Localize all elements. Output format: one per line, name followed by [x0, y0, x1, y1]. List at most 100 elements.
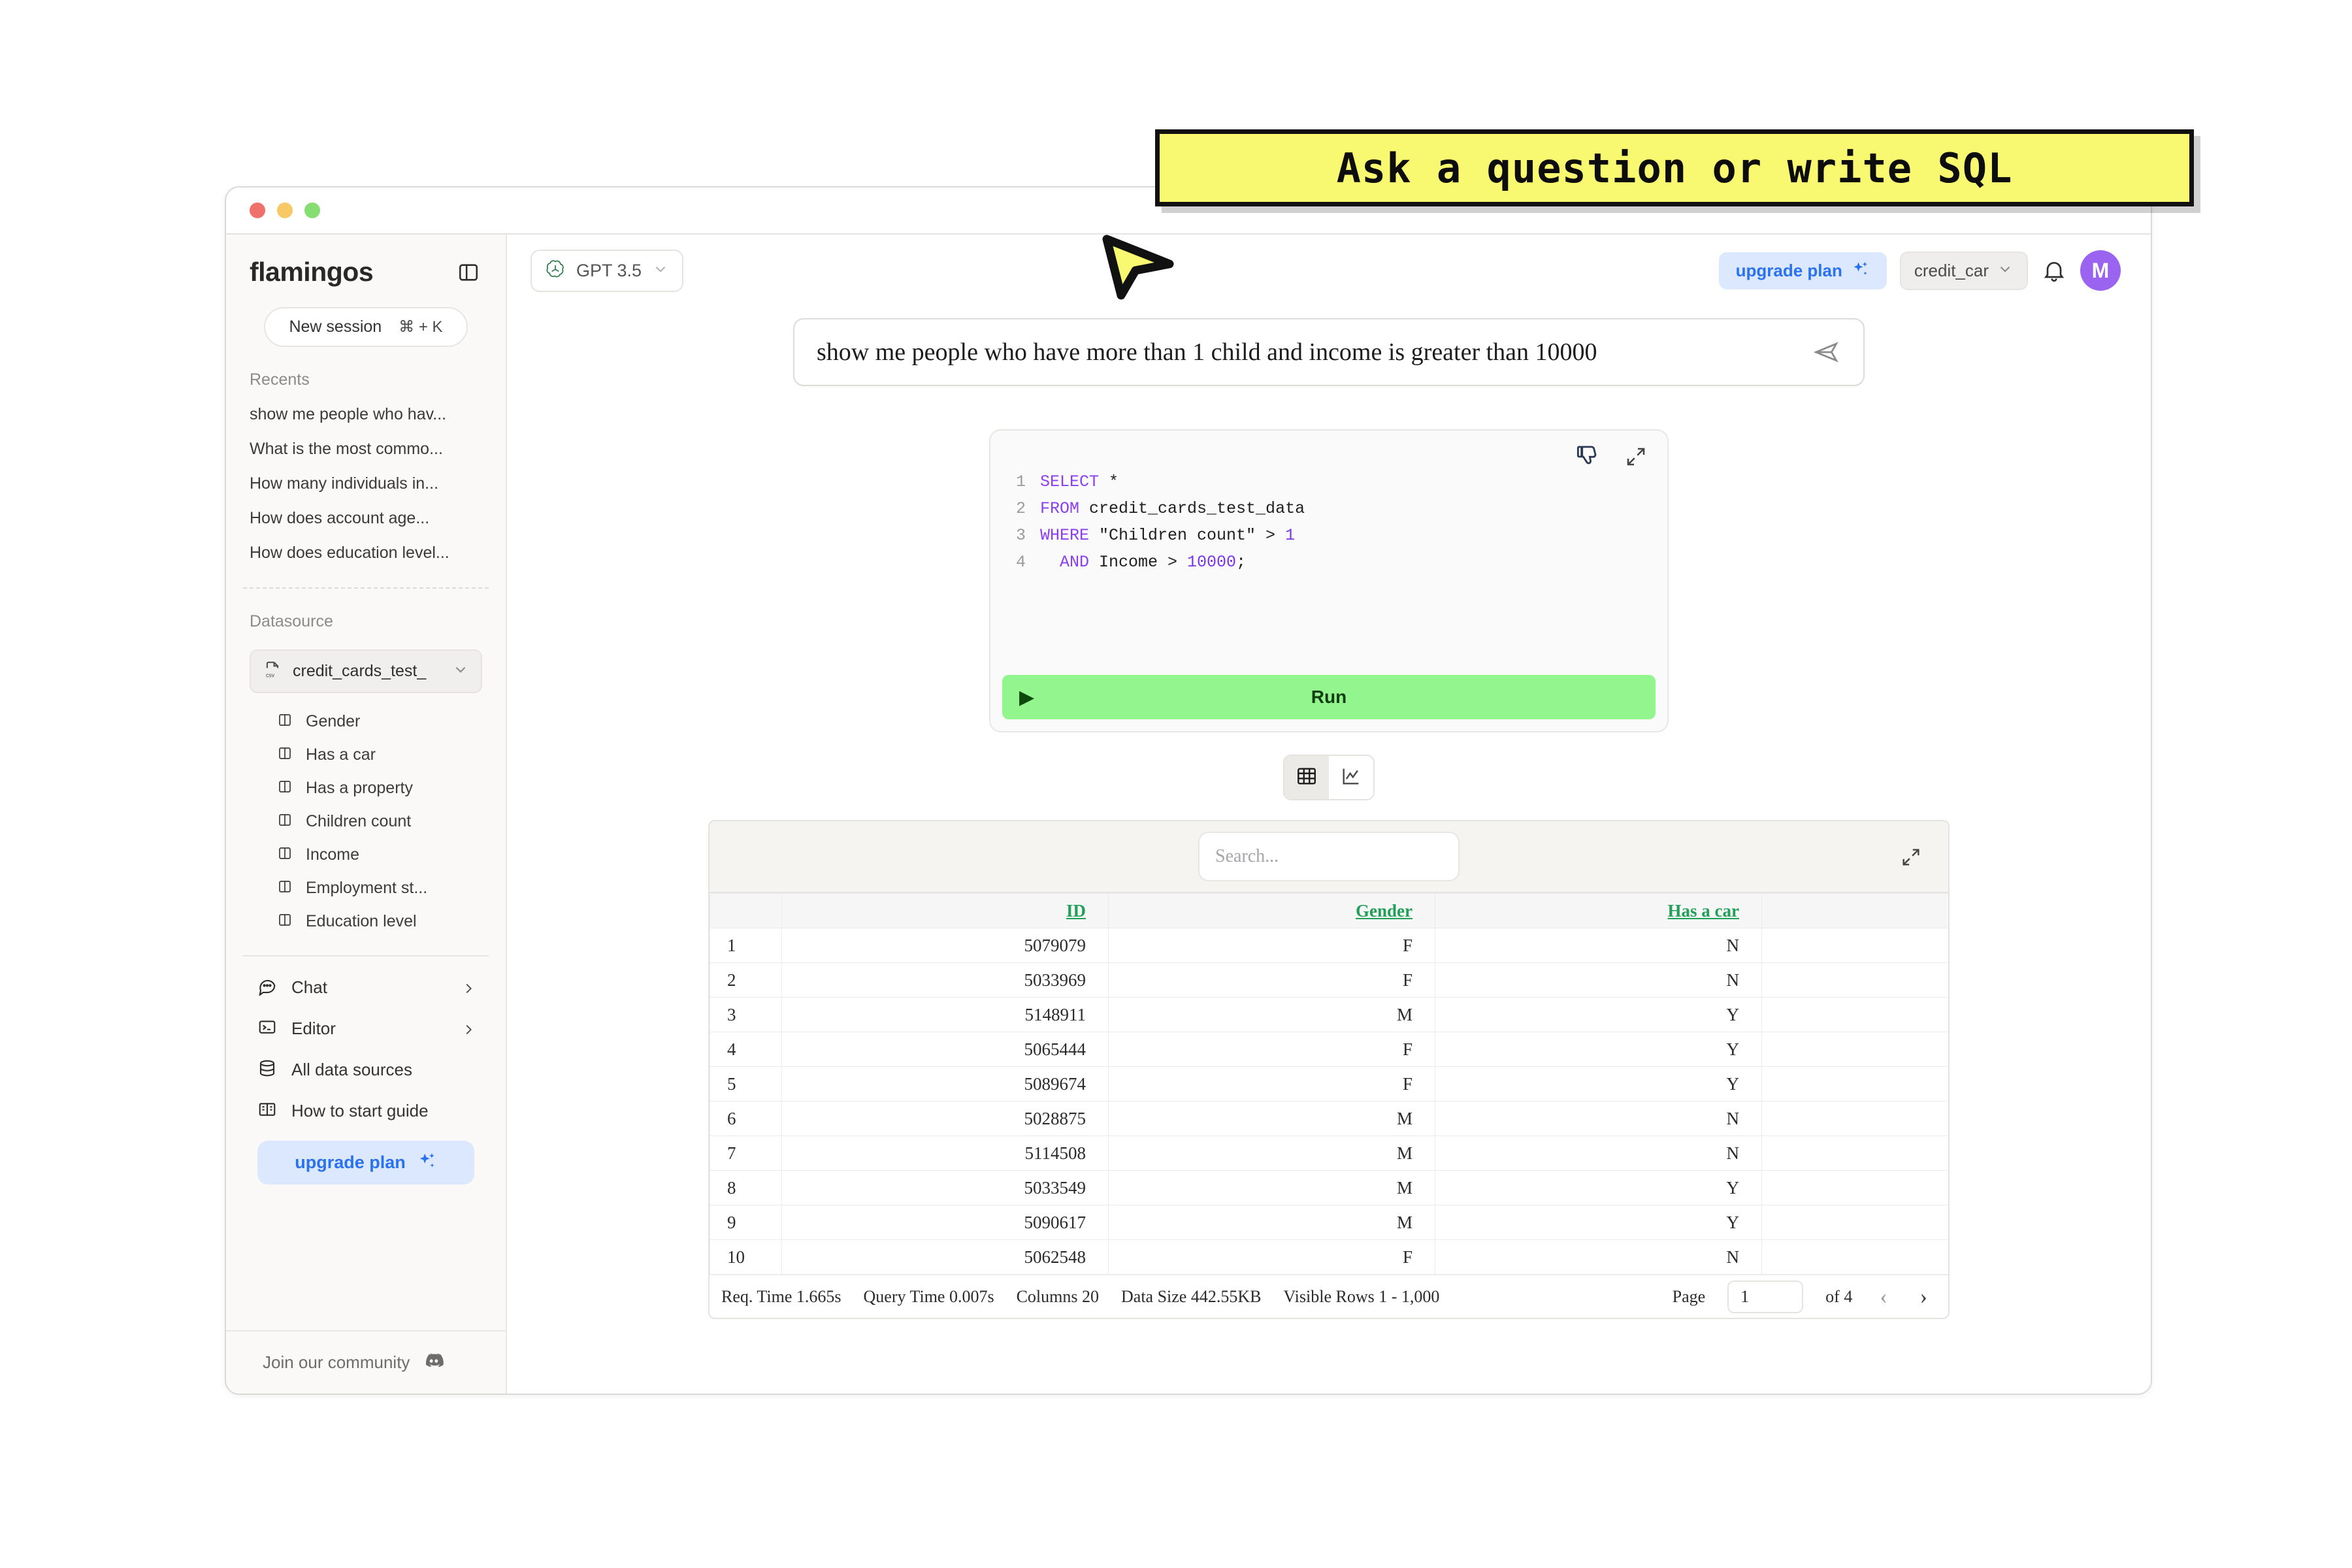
column-item[interactable]: Income	[277, 838, 506, 872]
topbar-datasource-selector[interactable]: credit_car	[1900, 252, 2028, 290]
upgrade-plan-button[interactable]: upgrade plan	[1719, 252, 1887, 289]
sidebar-header: flamingos	[226, 235, 506, 287]
notification-bell-icon[interactable]	[2041, 257, 2067, 284]
recent-item[interactable]: show me people who hav...	[250, 397, 493, 432]
sidebar-item-chat[interactable]: Chat	[248, 967, 483, 1008]
query-time-status: Query Time 0.007s	[864, 1287, 994, 1307]
row-index: 1	[710, 928, 782, 963]
svg-text:csv: csv	[266, 672, 275, 678]
expand-arrows-icon[interactable]	[1900, 846, 1922, 872]
join-community-label: Join our community	[263, 1352, 410, 1373]
table-row[interactable]: 55089674FY	[710, 1067, 1950, 1102]
column-header-has-a-car[interactable]: Has a car	[1435, 894, 1762, 928]
column-item[interactable]: Education level	[277, 905, 506, 938]
table-row[interactable]: 35148911MY	[710, 998, 1950, 1032]
chevron-right-icon[interactable]: ›	[1915, 1284, 1933, 1309]
cell-has-a-car: N	[1435, 963, 1762, 998]
sidebar-item-how-to-start-guide[interactable]: How to start guide	[248, 1090, 483, 1132]
row-index: 9	[710, 1205, 782, 1240]
cell-extra	[1762, 1136, 1950, 1171]
window-body: flamingos New session ⌘ + K Recents	[226, 235, 2151, 1394]
cell-has-a-car: Y	[1435, 1067, 1762, 1102]
cell-gender: M	[1109, 1205, 1435, 1240]
recent-item[interactable]: How does account age...	[250, 501, 493, 536]
run-query-button[interactable]: ▶ Run	[1002, 675, 1656, 719]
cell-has-a-car: Y	[1435, 998, 1762, 1032]
cell-extra	[1762, 1205, 1950, 1240]
cell-gender: F	[1109, 1240, 1435, 1275]
datasource-columns-list: Gender Has a car Has a property Children…	[226, 693, 506, 938]
table-row[interactable]: 15079079FN	[710, 928, 1950, 963]
panel-collapse-icon[interactable]	[457, 261, 480, 284]
column-header-index[interactable]	[710, 894, 782, 928]
table-row[interactable]: 45065444FY	[710, 1032, 1950, 1067]
column-item[interactable]: Gender	[277, 705, 506, 738]
sql-code-block[interactable]: 1 SELECT * 2 FROM credit_cards_test_data…	[990, 445, 1667, 661]
column-header-extra[interactable]	[1762, 894, 1950, 928]
sidebar-item-editor[interactable]: Editor	[248, 1008, 483, 1049]
discord-icon	[423, 1350, 445, 1375]
line-number: 4	[1009, 549, 1026, 576]
close-window-button[interactable]	[250, 203, 265, 218]
column-icon	[277, 745, 293, 764]
column-item[interactable]: Children count	[277, 805, 506, 838]
cell-gender: F	[1109, 928, 1435, 963]
table-row[interactable]: 95090617MY	[710, 1205, 1950, 1240]
sparkles-icon	[417, 1151, 437, 1174]
column-label: Has a property	[306, 779, 413, 798]
sql-line: 2 FROM credit_cards_test_data	[1009, 495, 1667, 522]
column-item[interactable]: Has a car	[277, 738, 506, 772]
chevron-right-icon	[461, 1022, 474, 1036]
column-header-gender[interactable]: Gender	[1109, 894, 1435, 928]
new-session-button[interactable]: New session ⌘ + K	[264, 307, 467, 347]
column-item[interactable]: Employment st...	[277, 872, 506, 905]
page-number-input[interactable]: 1	[1727, 1281, 1803, 1313]
cell-extra	[1762, 1067, 1950, 1102]
cell-has-a-car: N	[1435, 1240, 1762, 1275]
datasource-select[interactable]: csv credit_cards_test_	[250, 649, 482, 693]
cell-has-a-car: N	[1435, 1102, 1762, 1136]
recent-item[interactable]: How many individuals in...	[250, 466, 493, 501]
prompt-input-container[interactable]: show me people who have more than 1 chil…	[793, 318, 1865, 386]
cell-extra	[1762, 1102, 1950, 1136]
cell-gender: F	[1109, 1032, 1435, 1067]
recents-list: show me people who hav... What is the mo…	[226, 397, 506, 570]
column-label: Children count	[306, 812, 411, 831]
join-community-row[interactable]: Join our community	[226, 1330, 506, 1394]
column-header-id[interactable]: ID	[782, 894, 1109, 928]
cell-gender: M	[1109, 998, 1435, 1032]
table-row[interactable]: 65028875MN	[710, 1102, 1950, 1136]
user-avatar[interactable]: M	[2080, 250, 2121, 291]
chevron-down-icon[interactable]	[452, 661, 469, 681]
table-row[interactable]: 25033969FN	[710, 963, 1950, 998]
send-paper-plane-icon[interactable]	[1812, 338, 1841, 367]
column-item[interactable]: Has a property	[277, 772, 506, 805]
recent-item[interactable]: What is the most commo...	[250, 432, 493, 466]
expand-arrows-icon[interactable]	[1624, 445, 1648, 472]
cell-gender: M	[1109, 1171, 1435, 1205]
minimize-window-button[interactable]	[277, 203, 293, 218]
sidebar-item-all-data-sources[interactable]: All data sources	[248, 1049, 483, 1090]
table-row[interactable]: 105062548FN	[710, 1240, 1950, 1275]
recent-item[interactable]: How does education level...	[250, 536, 493, 570]
line-number: 2	[1009, 495, 1026, 522]
results-search-input[interactable]: Search...	[1198, 832, 1460, 881]
thumbs-down-icon[interactable]	[1575, 444, 1601, 473]
cell-has-a-car: Y	[1435, 1171, 1762, 1205]
cell-extra	[1762, 1032, 1950, 1067]
row-index: 6	[710, 1102, 782, 1136]
model-selector[interactable]: GPT 3.5	[531, 250, 683, 292]
chart-view-toggle[interactable]	[1329, 756, 1373, 799]
chevron-left-icon[interactable]: ‹	[1874, 1284, 1892, 1309]
table-row[interactable]: 85033549MY	[710, 1171, 1950, 1205]
table-row[interactable]: 75114508MN	[710, 1136, 1950, 1171]
model-label: GPT 3.5	[576, 261, 642, 281]
sql-line-text: WHERE "Children count" > 1	[1040, 522, 1295, 549]
table-view-toggle[interactable]	[1284, 756, 1329, 799]
maximize-window-button[interactable]	[304, 203, 320, 218]
page-label: Page	[1673, 1287, 1706, 1307]
visible-rows-status: Visible Rows 1 - 1,000	[1283, 1287, 1439, 1307]
sidebar-upgrade-plan-button[interactable]: upgrade plan	[257, 1141, 474, 1184]
play-triangle-icon: ▶	[1019, 686, 1034, 709]
prompt-input[interactable]: show me people who have more than 1 chil…	[817, 338, 1812, 367]
